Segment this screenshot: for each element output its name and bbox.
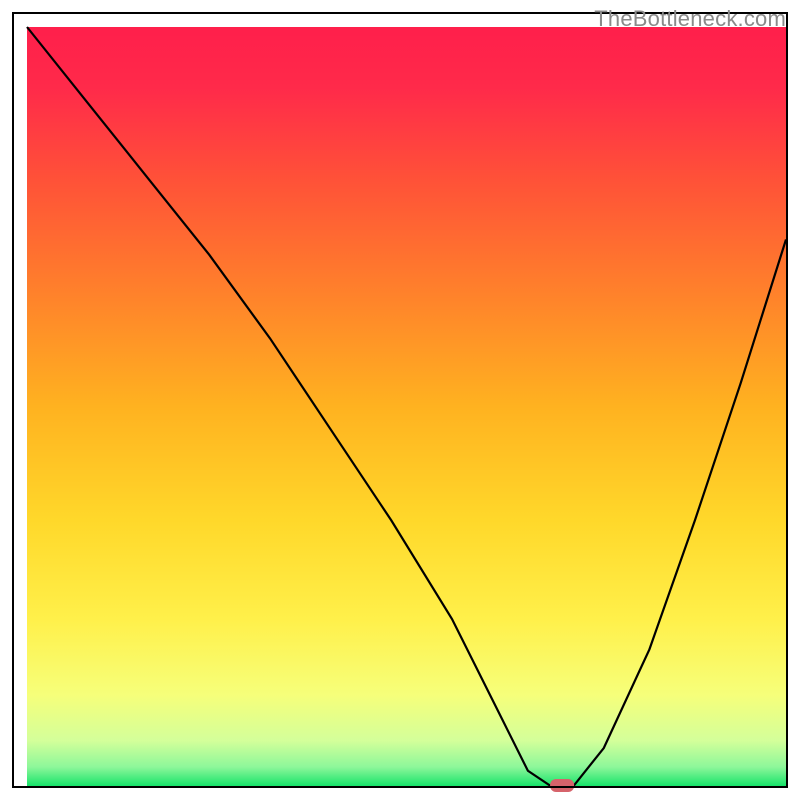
chart-container: { "watermark": "TheBottleneck.com", "cha… (0, 0, 800, 800)
watermark-text: TheBottleneck.com (594, 6, 786, 32)
optimum-marker (550, 779, 574, 792)
bottleneck-chart (0, 0, 800, 800)
plot-background (27, 27, 786, 786)
